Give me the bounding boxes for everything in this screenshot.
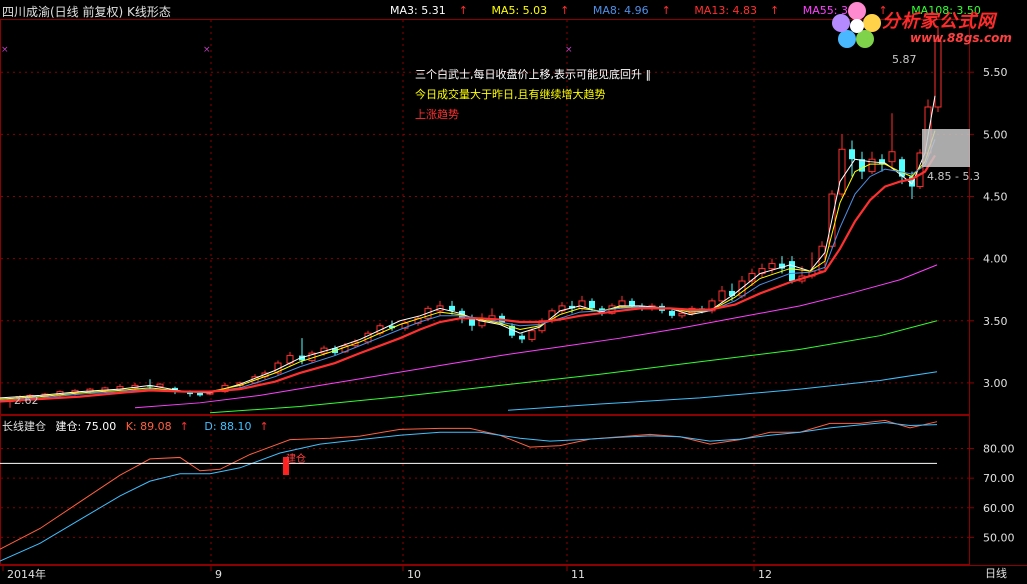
ma5-label: MA5: 5.03 (491, 4, 548, 17)
indicator-tick-label: 70.00 (983, 472, 1015, 485)
indicator-panel-frame (0, 415, 970, 565)
ma13-label: MA13: 4.83 (694, 4, 758, 17)
svg-text:×: × (1, 45, 9, 55)
build-value: 建仓: 75.00 (55, 420, 117, 433)
ma5-arrow-icon: ↑ (560, 4, 570, 17)
candle-down (849, 149, 855, 160)
k-value: K: 89.08 ↑ (126, 420, 195, 433)
candle-down (589, 300, 595, 309)
ma-legend-item: MA3: 5.31 ↑ (390, 4, 478, 17)
ma-legend-item: MA8: 4.96 ↑ (593, 4, 681, 17)
candle-up (768, 263, 776, 270)
ma-line-ma3 (0, 95, 936, 399)
candle-down (669, 310, 675, 316)
svg-text:×: × (203, 45, 211, 55)
x-tick-label: 11 (571, 568, 585, 581)
ma8-arrow-icon: ↑ (661, 4, 671, 17)
indicator-line-d (0, 422, 938, 562)
candle-up (528, 330, 536, 340)
x-tick-label: 10 (407, 568, 421, 581)
logo-main-text: 分析家公式网 (882, 11, 996, 32)
site-logo: 分析家公式网 www.88gs.com (830, 1, 1025, 49)
candle-up (678, 312, 686, 317)
indicator-line-k (0, 419, 938, 550)
price-tick-label: 3.00 (983, 377, 1008, 390)
candle-up (156, 383, 164, 388)
svg-text:×: × (565, 45, 573, 55)
candle-down (449, 305, 455, 311)
indicator-legend: 长线建仓 建仓: 75.00 K: 89.08 ↑ D: 88.10 ↑ (2, 418, 281, 434)
ma8-label: MA8: 4.96 (592, 4, 649, 17)
candle-up (868, 158, 876, 173)
logo-sub-text: www.88gs.com (910, 31, 1012, 45)
d-label: D: 88.10 (204, 420, 252, 433)
price-tick-label: 4.50 (983, 190, 1008, 203)
note-line-2: 今日成交量大于昨日,且有继续增大趋势 (415, 88, 606, 101)
ma13-arrow-icon: ↑ (770, 4, 780, 17)
k-label: K: 89.08 (125, 420, 172, 433)
selection-box[interactable] (922, 129, 970, 167)
note-line-3: 上涨趋势 (415, 108, 459, 121)
candle-down (197, 392, 203, 396)
price-tick-label: 5.00 (983, 128, 1008, 141)
build-marker-label: 建仓 (286, 452, 306, 465)
candle-up (888, 151, 896, 163)
ma-legend-item: MA13: 4.83 ↑ (694, 4, 789, 17)
candle-up (618, 300, 626, 307)
ma3-arrow-icon: ↑ (458, 4, 468, 17)
x-tick-label: 12 (758, 568, 772, 581)
candle-down (879, 159, 885, 165)
candle-down (469, 318, 475, 326)
indicator-tick-label: 60.00 (983, 502, 1015, 515)
note-line-1: 三个白武士,每日收盘价上移,表示可能见底回升 ‖ (415, 68, 651, 81)
indicator-tick-label: 50.00 (983, 531, 1015, 544)
price-tick-label: 5.50 (983, 66, 1008, 79)
window-title: 四川成渝(日线 前复权) K线形态 (2, 5, 171, 19)
ma3-label: MA3: 5.31 (390, 4, 446, 17)
top-markers: × × × (1, 45, 573, 55)
ma-legend-item: MA5: 5.03 ↑ (491, 4, 579, 17)
high-price-label: 5.87 (892, 53, 917, 66)
candle-up (838, 148, 846, 195)
x-tick-label: 9 (215, 568, 222, 581)
low-price-label: 2.62 (14, 394, 39, 407)
price-tick-label: 4.00 (983, 253, 1008, 266)
k-arrow-icon: ↑ (179, 420, 189, 433)
candle-up (718, 290, 726, 302)
d-value: D: 88.10 ↑ (204, 420, 274, 433)
x-tick-label: 2014年 (7, 567, 46, 581)
flower-logo-icon (832, 2, 881, 48)
candle-up (934, 40, 942, 108)
candle-layer (6, 26, 942, 408)
indicator-name: 长线建仓 (2, 420, 46, 433)
candle-down (629, 300, 635, 306)
grid-layer (1, 71, 969, 538)
candle-down (789, 261, 795, 282)
indicator-layer (0, 419, 938, 562)
price-tick-label: 3.50 (983, 315, 1008, 328)
candle-down (519, 335, 525, 340)
indicator-tick-label: 80.00 (983, 443, 1015, 456)
ma-layer (0, 95, 938, 414)
d-arrow-icon: ↑ (259, 420, 269, 433)
period-label[interactable]: 日线 (985, 566, 1007, 580)
range-label: 4.85 - 5.3 (927, 170, 980, 183)
